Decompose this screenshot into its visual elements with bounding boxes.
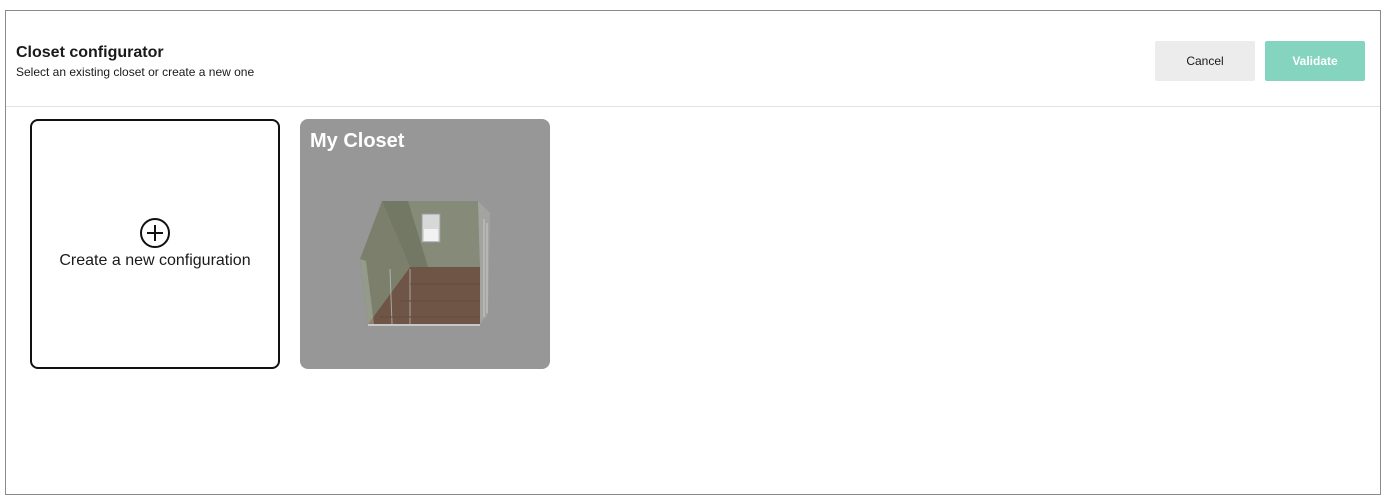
- page-subtitle: Select an existing closet or create a ne…: [16, 65, 255, 79]
- page-title: Closet configurator: [16, 44, 164, 61]
- cancel-button[interactable]: Cancel: [1155, 41, 1255, 81]
- create-configuration-card[interactable]: Create a new configuration: [30, 119, 280, 369]
- closet-3d-preview: [350, 189, 500, 334]
- create-configuration-label: Create a new configuration: [59, 252, 251, 269]
- configurator-dialog: Closet configurator Select an existing c…: [5, 10, 1381, 495]
- plus-circle-icon: [139, 217, 171, 249]
- closet-card[interactable]: My Closet: [300, 119, 550, 369]
- dialog-header: Closet configurator Select an existing c…: [6, 11, 1380, 107]
- closet-title: My Closet: [310, 130, 405, 152]
- validate-button[interactable]: Validate: [1265, 41, 1365, 81]
